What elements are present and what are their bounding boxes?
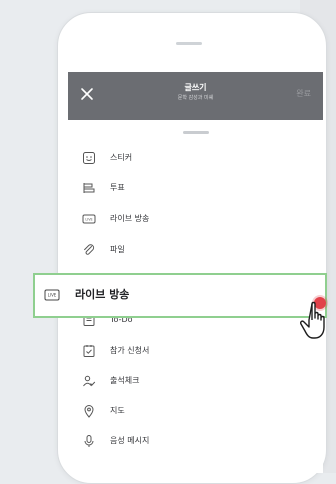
phone-speaker (176, 42, 202, 45)
menu-item-attendance[interactable]: 출석체크 (68, 369, 323, 395)
highlighted-live-label: 라이브 방송 (75, 288, 130, 301)
menu-item-application[interactable]: 참가 신청서 (68, 339, 323, 365)
hand-pointer-icon (300, 301, 325, 339)
sticker-icon (83, 152, 95, 164)
menu-item-label: 참가 신청서 (110, 346, 150, 355)
page-subtitle: 문학 감성과 미쉐 (177, 95, 214, 101)
menu-item-label: 라이브 방송 (110, 214, 150, 223)
bottom-fade (68, 455, 323, 473)
page-title: 글쓰기 (184, 83, 207, 92)
menu-item-voice[interactable]: 음성 메시지 (68, 429, 323, 455)
menu-item-label: 지도 (110, 406, 125, 415)
done-button[interactable]: 완료 (296, 88, 311, 99)
menu-item-map[interactable]: 지도 (68, 399, 323, 425)
live-badge-icon: LIVE (44, 289, 60, 301)
menu-item-live[interactable]: LIVE 라이브 방송 (68, 207, 323, 233)
menu-item-label: 스티커 (110, 153, 133, 162)
map-pin-icon (84, 405, 94, 418)
menu-item-label: 파일 (110, 245, 125, 254)
vote-icon (83, 183, 95, 193)
menu-item-vote[interactable]: 투표 (68, 176, 323, 202)
menu-item-label: 음성 메시지 (110, 436, 150, 445)
menu-item-file[interactable]: 파일 (68, 238, 323, 264)
compose-header: 글쓰기 문학 감성과 미쉐 완료 (68, 72, 323, 120)
highlighted-live-item[interactable]: LIVE 라이브 방송 (33, 273, 327, 318)
attendance-icon (83, 375, 96, 387)
menu-item-label: 투표 (110, 183, 125, 192)
svg-text:LIVE: LIVE (85, 218, 92, 222)
sheet-handle[interactable] (183, 131, 209, 134)
voice-message-icon (84, 435, 94, 447)
live-badge-text: LIVE (48, 293, 57, 298)
menu-item-label: 출석체크 (110, 376, 140, 385)
menu-item-sticker[interactable]: 스티커 (68, 146, 323, 172)
application-form-icon (83, 345, 95, 357)
paperclip-icon (84, 244, 95, 255)
live-icon: LIVE (82, 214, 96, 224)
